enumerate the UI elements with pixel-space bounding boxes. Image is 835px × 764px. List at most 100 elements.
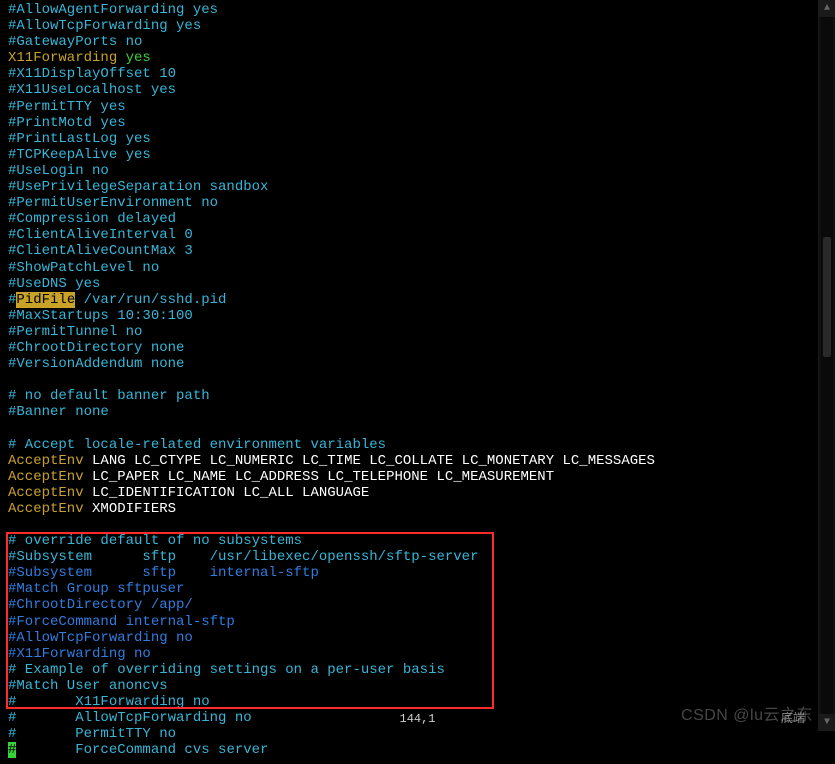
config-line: # X11Forwarding no <box>8 694 827 710</box>
text-segment: yes <box>126 50 151 66</box>
config-line: #GatewayPorts no <box>8 34 827 50</box>
config-line: # override default of no subsystems <box>8 533 827 549</box>
text-segment: #Match Group sftpuser <box>8 581 184 597</box>
text-segment: #Banner none <box>8 404 109 420</box>
text-segment: #TCPKeepAlive yes <box>8 147 151 163</box>
text-segment: #Match User anoncvs <box>8 678 168 694</box>
text-segment: #UseDNS yes <box>8 276 100 292</box>
config-line: #AllowTcpForwarding no <box>8 630 827 646</box>
config-line: AcceptEnv LC_IDENTIFICATION LC_ALL LANGU… <box>8 485 827 501</box>
text-segment: #ChrootDirectory none <box>8 340 184 356</box>
text-segment: #X11UseLocalhost yes <box>8 82 176 98</box>
config-line: #TCPKeepAlive yes <box>8 147 827 163</box>
text-segment: XMODIFIERS <box>84 501 176 517</box>
config-line: AcceptEnv XMODIFIERS <box>8 501 827 517</box>
text-segment: #PrintLastLog yes <box>8 131 151 147</box>
config-line: #ChrootDirectory none <box>8 340 827 356</box>
config-line <box>8 517 827 533</box>
text-segment: #PermitTunnel no <box>8 324 142 340</box>
scroll-track[interactable] <box>821 17 833 714</box>
config-line: #Subsystem sftp /usr/libexec/openssh/sft… <box>8 549 827 565</box>
text-segment: AcceptEnv <box>8 501 84 517</box>
text-segment: /var/run/sshd.pid <box>75 292 226 308</box>
scroll-position-label: 底端 <box>781 713 805 727</box>
text-segment: LC_PAPER LC_NAME LC_ADDRESS LC_TELEPHONE… <box>84 469 554 485</box>
text-segment: #GatewayPorts no <box>8 34 142 50</box>
config-line: #ShowPatchLevel no <box>8 260 827 276</box>
text-segment: AcceptEnv <box>8 469 84 485</box>
terminal-output[interactable]: #AllowAgentForwarding yes#AllowTcpForwar… <box>0 0 835 764</box>
text-segment: #X11DisplayOffset 10 <box>8 66 176 82</box>
config-line: #ForceCommand internal-sftp <box>8 614 827 630</box>
text-segment: #ForceCommand internal-sftp <box>8 614 235 630</box>
text-segment: #AllowAgentForwarding yes <box>8 2 218 18</box>
text-segment: # Accept locale-related environment vari… <box>8 437 386 453</box>
config-line: #ChrootDirectory /app/ <box>8 597 827 613</box>
text-segment: #ShowPatchLevel no <box>8 260 159 276</box>
scroll-thumb[interactable] <box>823 237 831 357</box>
config-line: #UseDNS yes <box>8 276 827 292</box>
config-line: #Match Group sftpuser <box>8 581 827 597</box>
text-segment: ForceCommand cvs server <box>16 742 268 758</box>
config-line: # no default banner path <box>8 388 827 404</box>
config-line: #PrintMotd yes <box>8 115 827 131</box>
text-segment: X11Forwarding <box>8 50 126 66</box>
config-line: AcceptEnv LC_PAPER LC_NAME LC_ADDRESS LC… <box>8 469 827 485</box>
config-line: #ClientAliveInterval 0 <box>8 227 827 243</box>
scroll-down-button[interactable]: ▼ <box>819 714 835 731</box>
text-segment: #ClientAliveCountMax 3 <box>8 243 193 259</box>
config-line: # Example of overriding settings on a pe… <box>8 662 827 678</box>
text-segment: AcceptEnv <box>8 453 84 469</box>
config-line: #Banner none <box>8 404 827 420</box>
text-segment: #Compression delayed <box>8 211 176 227</box>
text-segment: # no default banner path <box>8 388 210 404</box>
vertical-scrollbar[interactable]: ▲ ▼ <box>818 0 835 731</box>
config-line: #PermitTTY yes <box>8 99 827 115</box>
config-line: AcceptEnv LANG LC_CTYPE LC_NUMERIC LC_TI… <box>8 453 827 469</box>
text-segment: # AllowTcpForwarding no <box>8 710 252 726</box>
scroll-up-button[interactable]: ▲ <box>819 0 835 17</box>
config-line: #MaxStartups 10:30:100 <box>8 308 827 324</box>
config-line: #ClientAliveCountMax 3 <box>8 243 827 259</box>
text-segment: #PermitUserEnvironment no <box>8 195 218 211</box>
text-segment: #MaxStartups 10:30:100 <box>8 308 193 324</box>
text-segment: # PermitTTY no <box>8 726 176 742</box>
config-line: #UsePrivilegeSeparation sandbox <box>8 179 827 195</box>
config-line: #AllowTcpForwarding yes <box>8 18 827 34</box>
config-line: #PrintLastLog yes <box>8 131 827 147</box>
config-line: #Compression delayed <box>8 211 827 227</box>
config-line: #X11Forwarding no <box>8 646 827 662</box>
config-line <box>8 420 827 436</box>
config-line: #X11UseLocalhost yes <box>8 82 827 98</box>
config-line: #VersionAddendum none <box>8 356 827 372</box>
config-line <box>8 372 827 388</box>
config-line: #AllowAgentForwarding yes <box>8 2 827 18</box>
config-line: #PermitUserEnvironment no <box>8 195 827 211</box>
text-segment: #UsePrivilegeSeparation sandbox <box>8 179 268 195</box>
text-segment: #Subsystem sftp /usr/libexec/openssh/sft… <box>8 549 478 565</box>
text-segment: # Example of overriding settings on a pe… <box>8 662 445 678</box>
text-segment: #Subsystem sftp internal-sftp <box>8 565 319 581</box>
text-segment: #ChrootDirectory /app/ <box>8 597 193 613</box>
text-segment: # override default of no subsystems <box>8 533 302 549</box>
text-segment: #PermitTTY yes <box>8 99 126 115</box>
text-segment: LANG LC_CTYPE LC_NUMERIC LC_TIME LC_COLL… <box>84 453 655 469</box>
config-line: # ForceCommand cvs server <box>8 742 827 758</box>
cursor-position-indicator: 144,1 <box>399 713 435 727</box>
config-line: #Match User anoncvs <box>8 678 827 694</box>
text-segment: #AllowTcpForwarding yes <box>8 18 201 34</box>
search-match: PidFile <box>16 292 75 308</box>
config-line: #PermitTunnel no <box>8 324 827 340</box>
text-segment: LC_IDENTIFICATION LC_ALL LANGUAGE <box>84 485 370 501</box>
config-line: # Accept locale-related environment vari… <box>8 437 827 453</box>
text-segment: # X11Forwarding no <box>8 694 210 710</box>
text-segment: # <box>8 742 16 758</box>
config-line: X11Forwarding yes <box>8 50 827 66</box>
text-segment: #VersionAddendum none <box>8 356 184 372</box>
text-segment: #UseLogin no <box>8 163 109 179</box>
text-segment: #X11Forwarding no <box>8 646 151 662</box>
text-segment: #ClientAliveInterval 0 <box>8 227 193 243</box>
config-line: #Subsystem sftp internal-sftp <box>8 565 827 581</box>
text-segment: AcceptEnv <box>8 485 84 501</box>
config-line: # PermitTTY no <box>8 726 827 742</box>
